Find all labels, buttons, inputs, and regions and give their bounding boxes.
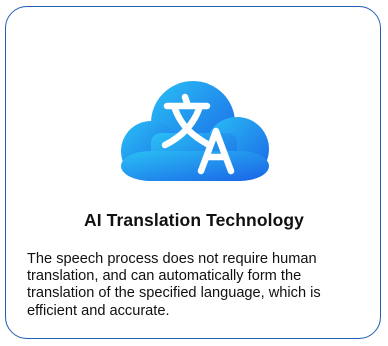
feature-card: AI Translation Technology The speech pro… (5, 6, 381, 339)
card-description: The speech process does not require huma… (27, 251, 321, 319)
translation-cloud-icon (115, 73, 273, 193)
card-title: AI Translation Technology (84, 210, 304, 230)
